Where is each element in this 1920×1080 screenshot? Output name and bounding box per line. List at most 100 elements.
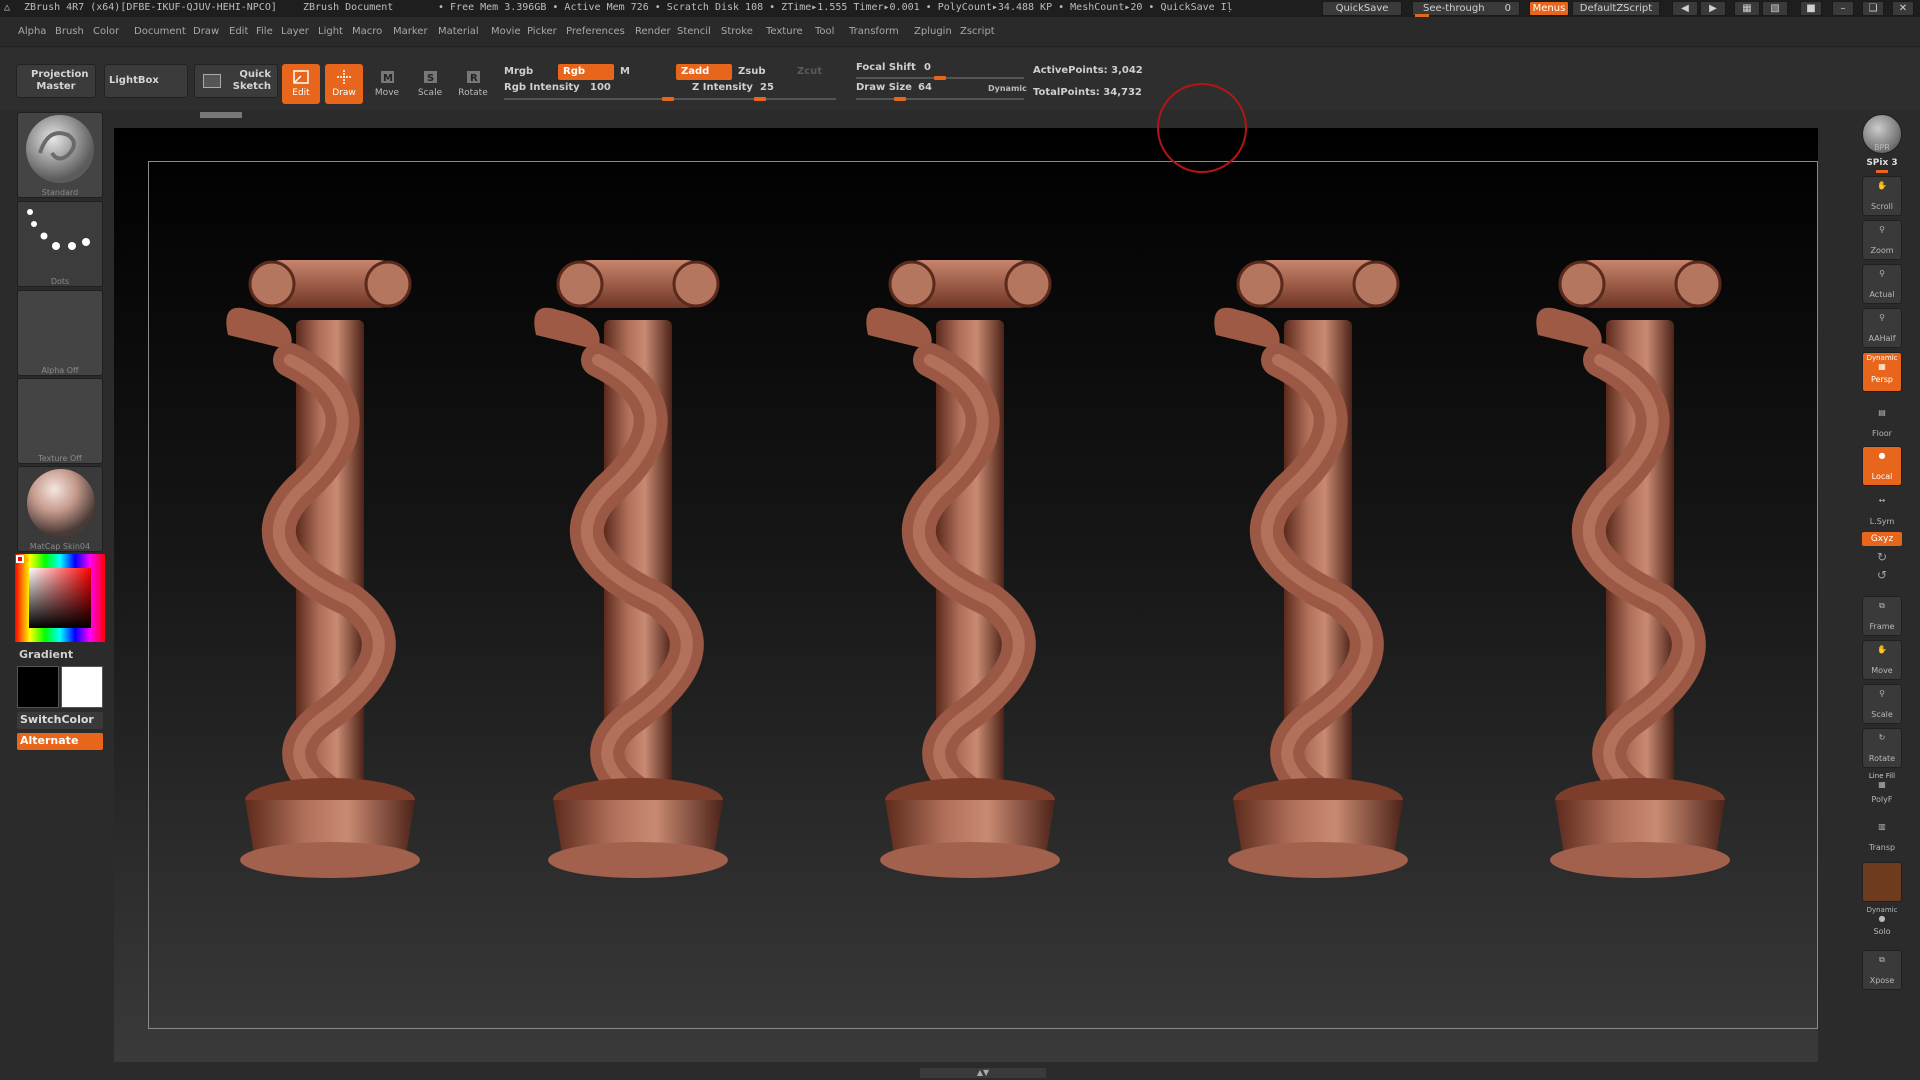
edit-mode-button[interactable]: Edit — [282, 64, 320, 104]
canvas-top-scrollbar[interactable] — [114, 110, 1818, 128]
scroll-button[interactable]: ✋ Scroll — [1862, 176, 1902, 216]
lightbox-button[interactable]: LightBox — [104, 64, 188, 98]
menu-draw[interactable]: Draw — [193, 26, 219, 37]
restore-icon[interactable]: ❏ — [1862, 1, 1884, 16]
menu-preferences[interactable]: Preferences — [566, 26, 625, 37]
memory-stats: • Free Mem 3.396GB • Active Mem 726 • Sc… — [438, 2, 1233, 13]
polyf-label: PolyF — [1871, 795, 1893, 804]
menu-light[interactable]: Light — [318, 26, 343, 37]
menu-texture[interactable]: Texture — [766, 26, 803, 37]
menu-tool[interactable]: Tool — [815, 26, 834, 37]
floor-button[interactable]: ▤ Floor — [1862, 404, 1902, 444]
xyz-button[interactable]: Gxyz — [1862, 532, 1902, 546]
rotate-z-icon[interactable]: ↺ — [1862, 568, 1902, 582]
local-button[interactable]: ● Local — [1862, 446, 1902, 486]
menu-transform[interactable]: Transform — [849, 26, 899, 37]
zcut-button[interactable]: Zcut — [797, 66, 822, 77]
transp-button[interactable]: ▥ Transp — [1862, 818, 1902, 858]
projection-master-button[interactable]: Projection Master — [16, 64, 96, 98]
quicksave-button[interactable]: QuickSave — [1322, 1, 1402, 16]
close-icon[interactable]: ✕ — [1892, 1, 1914, 16]
alternate-button[interactable]: Alternate — [17, 733, 103, 750]
brush-selector[interactable]: Standard — [17, 112, 103, 198]
move-mode-button[interactable]: M Move — [368, 64, 406, 104]
stroke-selector[interactable]: Dots — [17, 201, 103, 287]
rgb-intensity-knob — [662, 97, 674, 101]
rotate-view-button[interactable]: ↻ Rotate — [1862, 728, 1902, 768]
actual-button[interactable]: ⚲ Actual — [1862, 264, 1902, 304]
menu-material[interactable]: Material — [438, 26, 479, 37]
zoom-button[interactable]: ⚲ Zoom — [1862, 220, 1902, 260]
lock-icon[interactable]: ■ — [1800, 1, 1822, 16]
ghost-button[interactable] — [1862, 862, 1902, 902]
lsym-button[interactable]: ↔ L.Sym — [1862, 492, 1902, 532]
rotate-y-icon[interactable]: ↻ — [1862, 550, 1902, 564]
menu-color[interactable]: Color — [93, 26, 119, 37]
palette-icon[interactable]: ▧ — [1762, 1, 1788, 16]
z-intensity-slider[interactable]: Z Intensity 25 — [676, 82, 842, 102]
scroll-left-icon[interactable]: ◀ — [1672, 1, 1698, 16]
bpr-button[interactable]: BPR — [1862, 114, 1902, 154]
material-name: MatCap Skin04 — [29, 542, 91, 551]
scale-mode-button[interactable]: S Scale — [411, 64, 449, 104]
zsub-button[interactable]: Zsub — [738, 66, 765, 77]
spix-label[interactable]: SPix 3 — [1862, 158, 1902, 168]
menu-zplugin[interactable]: Zplugin — [914, 26, 952, 37]
switch-color-button[interactable]: SwitchColor — [17, 712, 103, 729]
material-selector[interactable]: MatCap Skin04 — [17, 466, 103, 552]
solo-dynamic-label: Dynamic — [1866, 906, 1898, 914]
spix-level-indicator — [1876, 170, 1888, 173]
scroll-right-icon[interactable]: ▶ — [1700, 1, 1726, 16]
menu-stroke[interactable]: Stroke — [721, 26, 753, 37]
polyf-button[interactable]: Line Fill ▦ PolyF — [1862, 772, 1902, 812]
menu-marker[interactable]: Marker — [393, 26, 428, 37]
menu-render[interactable]: Render — [635, 26, 671, 37]
default-zscript-button[interactable]: DefaultZScript — [1572, 1, 1660, 16]
quick-sketch-button[interactable]: Quick Sketch — [194, 64, 278, 98]
move-view-button[interactable]: ✋ Move — [1862, 640, 1902, 680]
move-view-label: Move — [1871, 666, 1893, 675]
menu-brush[interactable]: Brush — [55, 26, 84, 37]
xpose-button[interactable]: ⧉ Xpose — [1862, 950, 1902, 990]
main-color-swatch[interactable] — [17, 666, 59, 708]
bottom-tray-toggle[interactable]: ▲▼ — [920, 1068, 1046, 1078]
color-picker[interactable] — [15, 554, 105, 642]
canvas-scroll-thumb[interactable] — [200, 112, 242, 118]
dynamic-toggle[interactable]: Dynamic — [988, 84, 1027, 93]
rotate-mode-button[interactable]: R Rotate — [454, 64, 492, 104]
persp-label: Persp — [1871, 375, 1893, 384]
texture-selector[interactable]: Texture Off — [17, 378, 103, 464]
frame-button[interactable]: ⧉ Frame — [1862, 596, 1902, 636]
scale-view-button[interactable]: ⚲ Scale — [1862, 684, 1902, 724]
minimize-icon[interactable]: – — [1832, 1, 1854, 16]
rgb-button[interactable]: Rgb — [558, 64, 614, 80]
menu-file[interactable]: File — [256, 26, 273, 37]
layout-icon[interactable]: ▦ — [1734, 1, 1760, 16]
zadd-button[interactable]: Zadd — [676, 64, 732, 80]
menu-document[interactable]: Document — [134, 26, 186, 37]
menu-macro[interactable]: Macro — [352, 26, 382, 37]
aahalf-button[interactable]: ⚲ AAHalf — [1862, 308, 1902, 348]
persp-button[interactable]: Dynamic ▦ Persp — [1862, 352, 1902, 392]
menu-picker[interactable]: Picker — [527, 26, 557, 37]
menu-edit[interactable]: Edit — [229, 26, 248, 37]
menu-stencil[interactable]: Stencil — [677, 26, 711, 37]
actual-size-icon: ⚲ — [1879, 269, 1885, 278]
menu-movie[interactable]: Movie — [491, 26, 521, 37]
menu-alpha[interactable]: Alpha — [18, 26, 46, 37]
z-intensity-knob — [754, 97, 766, 101]
rgb-intensity-slider[interactable]: Rgb Intensity 100 — [504, 82, 676, 102]
menu-zscript[interactable]: Zscript — [960, 26, 995, 37]
secondary-color-swatch[interactable] — [61, 666, 103, 708]
solo-button[interactable]: Dynamic ● Solo — [1862, 906, 1902, 946]
mrgb-button[interactable]: Mrgb — [504, 66, 533, 77]
solo-label: Solo — [1873, 927, 1891, 936]
draw-size-track — [856, 98, 1024, 100]
alpha-selector[interactable]: Alpha Off — [17, 290, 103, 376]
m-button[interactable]: M — [620, 66, 630, 77]
menus-button[interactable]: Menus — [1529, 1, 1569, 16]
menu-layer[interactable]: Layer — [281, 26, 309, 37]
focal-shift-slider[interactable]: Focal Shift 0 — [856, 62, 1024, 82]
draw-mode-button[interactable]: Draw — [325, 64, 363, 104]
svg-text:M: M — [383, 73, 393, 84]
